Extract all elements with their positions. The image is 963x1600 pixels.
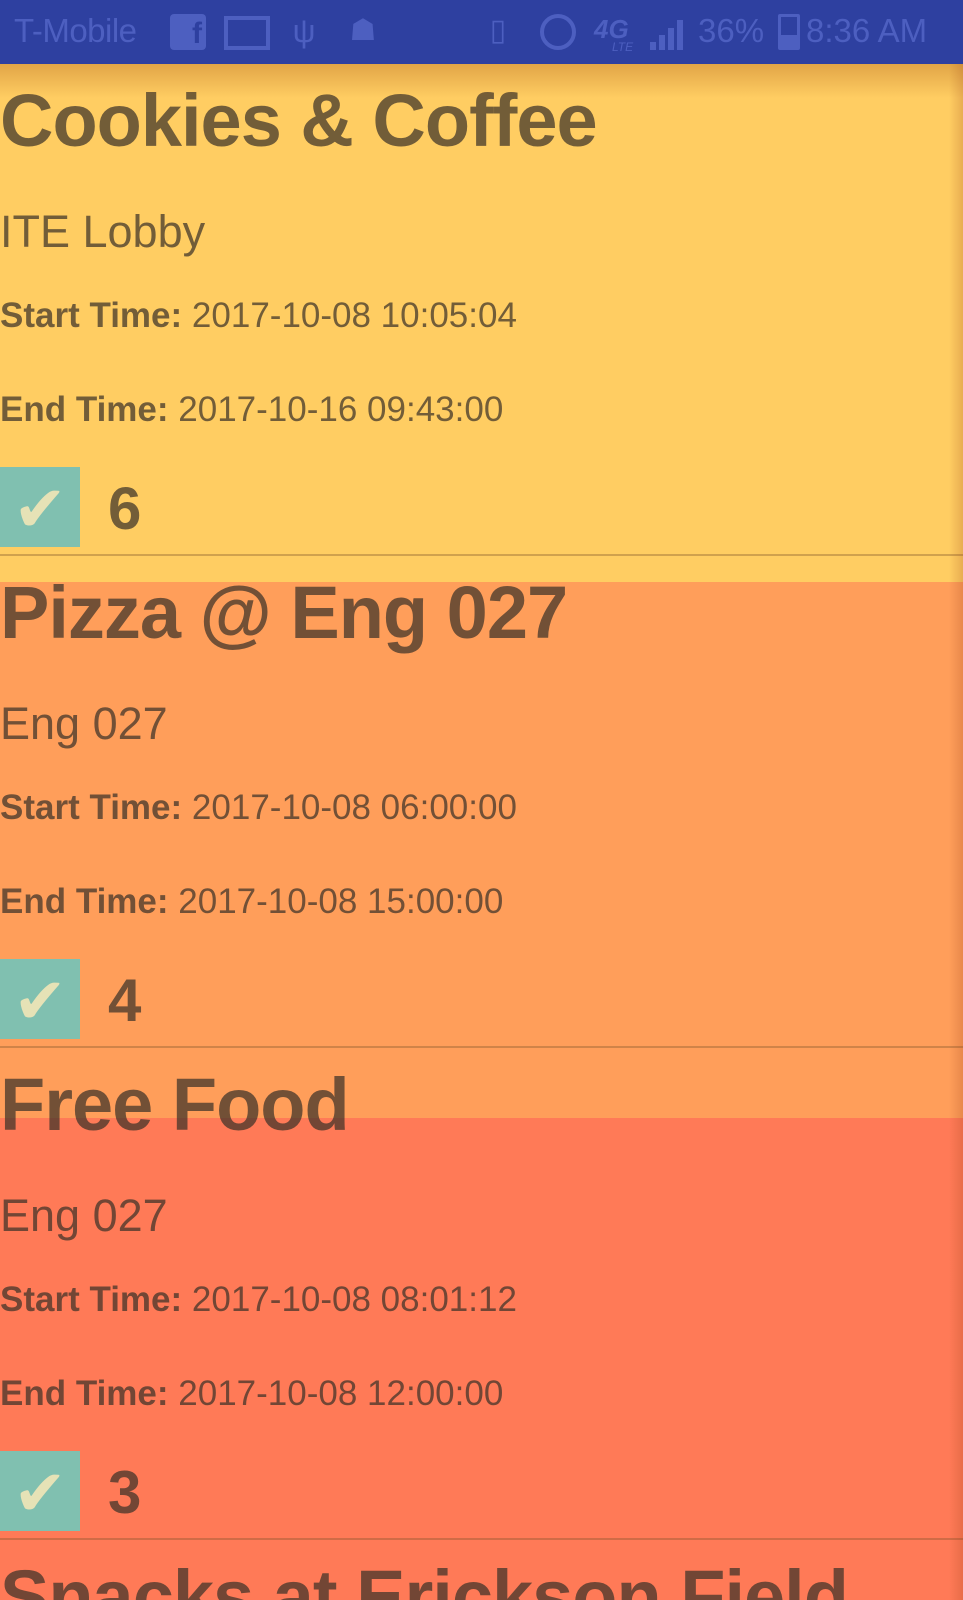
battery-charging-icon	[778, 14, 800, 50]
start-time-value: 2017-10-08 08:01:12	[191, 1280, 517, 1319]
attendee-count: 6	[108, 475, 142, 542]
network-subtype: LTE	[612, 40, 634, 54]
carrier-label: T-Mobile	[14, 12, 137, 49]
end-time-row: End Time: 2017-10-08 12:00:00	[0, 1374, 503, 1414]
event-card[interactable]: Cookies & Coffee ITE Lobby Start Time: 2…	[0, 64, 963, 556]
start-time-row: Start Time: 2017-10-08 06:00:00	[0, 788, 517, 828]
battery-percent: 36%	[698, 12, 765, 49]
event-name: Free Food	[0, 1063, 350, 1146]
start-time-label: Start Time:	[0, 296, 183, 335]
usb-icon: ψ	[292, 13, 316, 49]
event-location: Eng 027	[0, 698, 168, 749]
checkmark-icon: ✔	[13, 965, 67, 1037]
event-card[interactable]: Free Food Eng 027 Start Time: 2017-10-08…	[0, 1048, 963, 1540]
attendee-count: 4	[108, 967, 142, 1034]
attendee-count: 3	[108, 1459, 142, 1526]
bug-icon: ☗	[349, 14, 377, 47]
end-time-label: End Time:	[0, 390, 169, 429]
alarm-icon	[540, 14, 576, 50]
start-time-label: Start Time:	[0, 788, 183, 827]
end-time-value: 2017-10-16 09:43:00	[178, 390, 504, 429]
start-time-value: 2017-10-08 06:00:00	[191, 788, 517, 827]
end-time-label: End Time:	[0, 1374, 169, 1413]
checkmark-icon: ✔	[13, 1457, 67, 1529]
event-location: Eng 027	[0, 1190, 168, 1241]
start-time-label: Start Time:	[0, 1280, 183, 1319]
attend-checkbox[interactable]: ✔	[0, 467, 80, 547]
start-time-row: Start Time: 2017-10-08 08:01:12	[0, 1280, 517, 1320]
end-time-label: End Time:	[0, 882, 169, 921]
clock: 8:36 AM	[806, 12, 928, 49]
event-name: Pizza @ Eng 027	[0, 571, 568, 654]
event-location: ITE Lobby	[0, 206, 206, 257]
checkmark-icon: ✔	[13, 473, 67, 545]
end-time-value: 2017-10-08 15:00:00	[178, 882, 504, 921]
event-name: Snacks at Erickson Field	[0, 1555, 849, 1600]
end-time-row: End Time: 2017-10-16 09:43:00	[0, 390, 503, 430]
event-card[interactable]: Snacks at Erickson Field	[0, 1540, 963, 1600]
vibrate-icon: ▯	[489, 14, 507, 47]
start-time-value: 2017-10-08 10:05:04	[191, 296, 517, 335]
event-card[interactable]: Pizza @ Eng 027 Eng 027 Start Time: 2017…	[0, 556, 963, 1048]
end-time-row: End Time: 2017-10-08 15:00:00	[0, 882, 503, 922]
event-name: Cookies & Coffee	[0, 79, 598, 162]
attend-checkbox[interactable]: ✔	[0, 959, 80, 1039]
signal-icon	[650, 16, 690, 50]
status-bar: T-Mobile f ψ ☗ ▯ 4G LTE 36% 8:36 AM	[0, 0, 963, 64]
attend-checkbox[interactable]: ✔	[0, 1451, 80, 1531]
start-time-row: Start Time: 2017-10-08 10:05:04	[0, 296, 517, 336]
end-time-value: 2017-10-08 12:00:00	[178, 1374, 504, 1413]
facebook-icon: f	[170, 14, 206, 50]
mail-icon	[224, 16, 270, 50]
